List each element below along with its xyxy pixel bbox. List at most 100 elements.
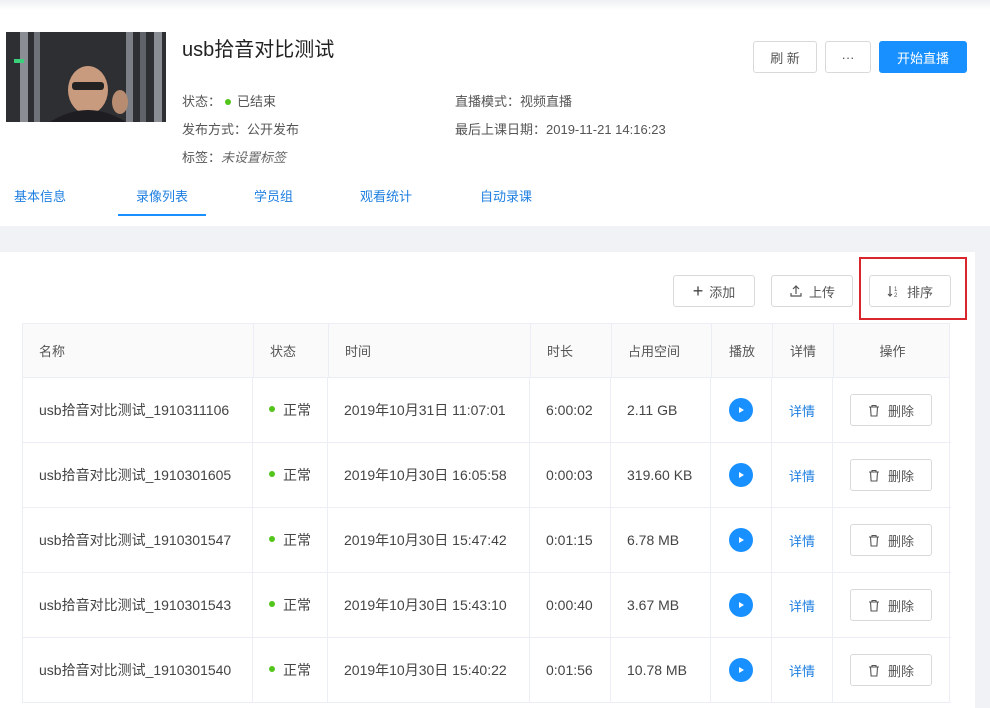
recording-duration: 0:01:15 (530, 508, 611, 572)
status-dot-icon (225, 98, 232, 105)
recording-time: 2019年10月30日 15:43:10 (328, 573, 530, 637)
refresh-button[interactable]: 刷 新 (753, 41, 817, 73)
action-cell: 删除 (833, 508, 949, 572)
status-dot-icon (269, 406, 275, 412)
play-icon[interactable] (729, 398, 753, 422)
recording-time: 2019年10月30日 15:40:22 (328, 638, 530, 702)
detail-cell: 详情 (772, 378, 833, 442)
detail-cell: 详情 (772, 573, 833, 637)
tab-student-group[interactable]: 学员组 (254, 186, 293, 216)
col-actions: 操作 (879, 344, 906, 359)
recording-size: 6.78 MB (611, 508, 711, 572)
recording-duration: 0:01:56 (530, 638, 611, 702)
recording-name: usb拾音对比测试_1910301540 (23, 638, 253, 702)
status-dot-icon (269, 536, 275, 542)
status-label: 状态： (182, 94, 222, 109)
publish-meta: 发布方式：公开发布 (182, 119, 299, 138)
col-size: 占用空间 (612, 324, 712, 377)
trash-icon (868, 599, 879, 612)
play-icon[interactable] (729, 658, 753, 682)
action-cell: 删除 (833, 638, 949, 702)
plus-icon: + (692, 281, 704, 301)
play-icon[interactable] (729, 463, 753, 487)
last-date-label: 最后上课日期： (455, 122, 547, 137)
table-row: usb拾音对比测试_1910301547 正常 2019年10月30日 15:4… (23, 508, 951, 573)
col-time: 时间 (329, 324, 531, 377)
delete-button[interactable]: 删除 (850, 589, 932, 621)
recording-time: 2019年10月31日 11:07:01 (328, 378, 530, 442)
trash-icon (868, 534, 879, 547)
upload-icon (790, 285, 802, 297)
table-row: usb拾音对比测试_1910311106 正常 2019年10月31日 11:0… (23, 378, 951, 443)
delete-button-label: 删除 (887, 598, 914, 614)
play-cell (711, 573, 772, 637)
recording-status-text: 正常 (283, 662, 311, 678)
detail-link[interactable]: 详情 (789, 466, 815, 485)
course-title: usb拾音对比测试 (182, 39, 335, 61)
recording-size: 2.11 GB (611, 378, 711, 442)
mode-value: 视频直播 (520, 94, 573, 109)
top-shadow-bar (0, 0, 990, 10)
start-live-button[interactable]: 开始直播 (879, 41, 967, 73)
delete-button[interactable]: 删除 (850, 654, 932, 686)
tab-view-stats[interactable]: 观看统计 (360, 186, 412, 216)
course-thumbnail[interactable] (6, 32, 166, 122)
detail-cell: 详情 (772, 638, 833, 702)
detail-link[interactable]: 详情 (789, 401, 815, 420)
recording-duration: 6:00:02 (530, 378, 611, 442)
table-row: usb拾音对比测试_1910301605 正常 2019年10月30日 16:0… (23, 443, 951, 508)
delete-button-label: 删除 (887, 533, 914, 549)
tags-value: 未设置标签 (221, 150, 287, 165)
last-date-meta: 最后上课日期：2019-11-21 14:16:23 (455, 119, 666, 138)
more-button[interactable]: ··· (825, 41, 871, 73)
recording-status: 正常 (253, 443, 328, 507)
delete-button[interactable]: 删除 (850, 524, 932, 556)
recording-status-text: 正常 (283, 467, 311, 483)
delete-button[interactable]: 删除 (850, 394, 932, 426)
recording-status-text: 正常 (283, 597, 311, 613)
recording-name: usb拾音对比测试_1910301605 (23, 443, 253, 507)
tab-bar: 基本信息 录像列表 学员组 观看统计 自动录课 (0, 180, 990, 216)
recording-duration: 0:00:03 (530, 443, 611, 507)
recording-duration: 0:00:40 (530, 573, 611, 637)
col-detail: 详情 (773, 324, 834, 377)
recording-time: 2019年10月30日 15:47:42 (328, 508, 530, 572)
play-icon[interactable] (729, 593, 753, 617)
mode-label: 直播模式： (455, 94, 521, 109)
delete-button-label: 删除 (887, 663, 914, 679)
play-cell (711, 508, 772, 572)
status-dot-icon (269, 601, 275, 607)
tags-label: 标签： (182, 150, 222, 165)
tab-recording-list[interactable]: 录像列表 (118, 186, 206, 216)
detail-link[interactable]: 详情 (789, 661, 815, 680)
col-name: 名称 (23, 324, 254, 377)
sort-highlight-box (859, 257, 967, 320)
delete-button-label: 删除 (887, 403, 914, 419)
recording-status: 正常 (253, 508, 328, 572)
upload-button[interactable]: 上传 (771, 275, 853, 307)
play-cell (711, 378, 772, 442)
recording-status: 正常 (253, 573, 328, 637)
recording-name: usb拾音对比测试_1910301543 (23, 573, 253, 637)
action-cell: 删除 (833, 443, 949, 507)
upload-button-label: 上传 (808, 284, 835, 300)
recording-size: 319.60 KB (611, 443, 711, 507)
play-cell (711, 638, 772, 702)
recording-size: 3.67 MB (611, 573, 711, 637)
trash-icon (868, 664, 879, 677)
action-cell: 删除 (833, 573, 949, 637)
recording-status: 正常 (253, 378, 328, 442)
detail-link[interactable]: 详情 (789, 531, 815, 550)
recording-name: usb拾音对比测试_1910311106 (23, 378, 253, 442)
tab-auto-record[interactable]: 自动录课 (480, 186, 532, 216)
recording-size: 10.78 MB (611, 638, 711, 702)
add-button[interactable]: + 添加 (673, 275, 755, 307)
detail-link[interactable]: 详情 (789, 596, 815, 615)
play-cell (711, 443, 772, 507)
tab-basic-info[interactable]: 基本信息 (14, 186, 66, 216)
table-row: usb拾音对比测试_1910301543 正常 2019年10月30日 15:4… (23, 573, 951, 638)
delete-button[interactable]: 删除 (850, 459, 932, 491)
recording-status-text: 正常 (283, 532, 311, 548)
play-icon[interactable] (729, 528, 753, 552)
recording-time: 2019年10月30日 16:05:58 (328, 443, 530, 507)
